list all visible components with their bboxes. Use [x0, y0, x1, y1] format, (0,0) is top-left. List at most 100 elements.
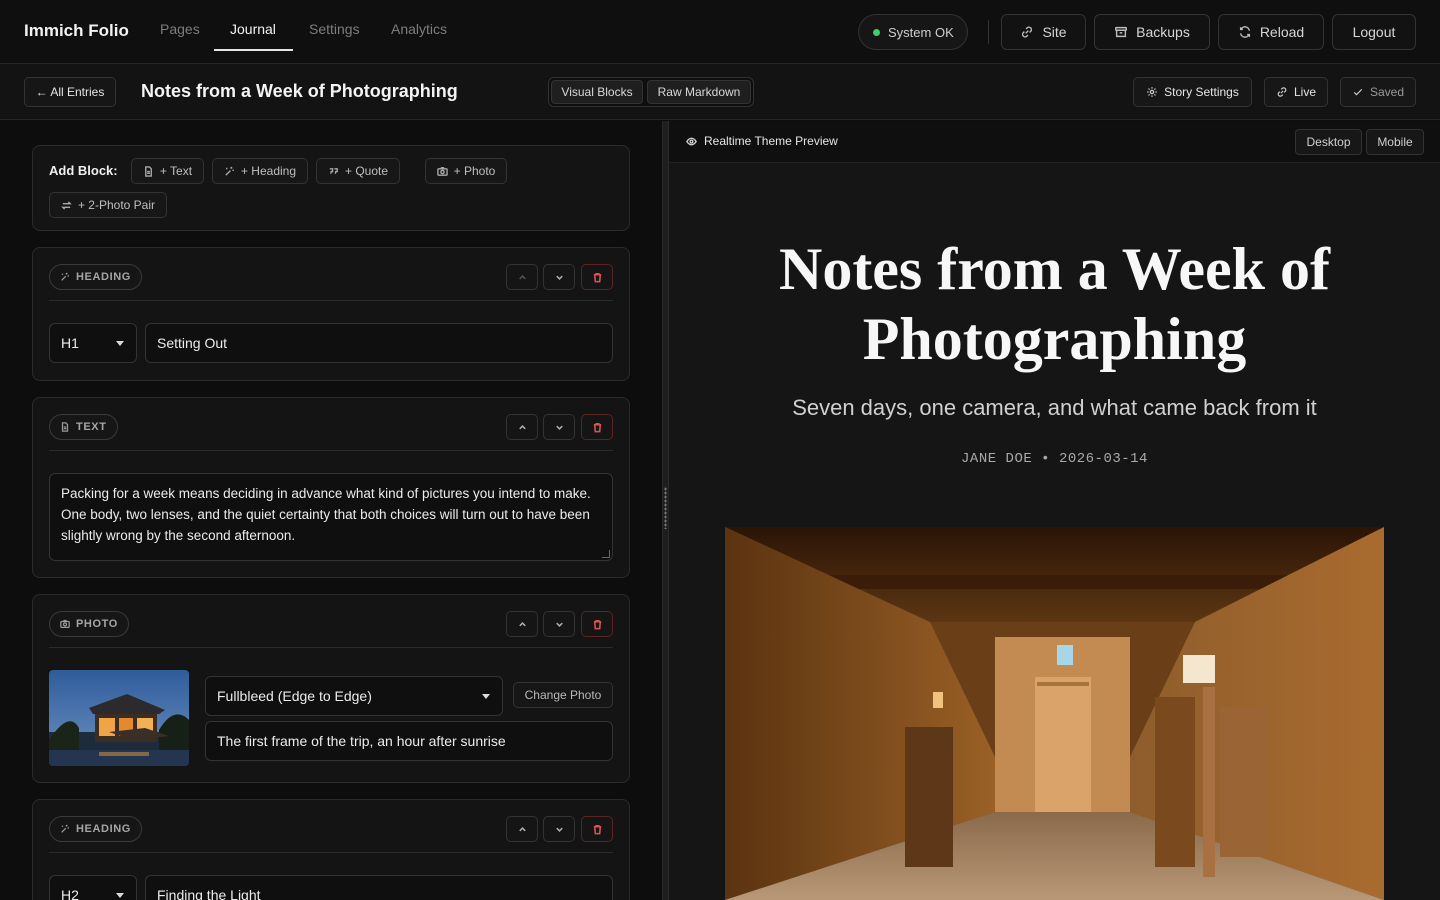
chevron-down-icon	[555, 622, 563, 627]
heading-block: HEADING H2 Finding the Light	[32, 799, 630, 900]
active-tab-indicator	[214, 49, 293, 51]
live-button[interactable]: Live	[1264, 77, 1328, 107]
add-photo-button[interactable]: + Photo	[425, 158, 507, 184]
logout-label: Logout	[1352, 24, 1396, 40]
nav-tab-settings[interactable]: Settings	[309, 21, 360, 37]
story-settings-button[interactable]: Story Settings	[1133, 77, 1252, 107]
add-text-button[interactable]: + Text	[131, 158, 204, 184]
mode-visual-blocks[interactable]: Visual Blocks	[551, 80, 643, 104]
add-quote-label: + Quote	[344, 164, 389, 178]
move-up-button[interactable]	[506, 414, 538, 440]
block-type-badge: TEXT	[49, 414, 118, 440]
text-body-value: Packing for a week means deciding in adv…	[61, 486, 591, 543]
archive-icon	[1115, 26, 1128, 38]
nav-tab-analytics[interactable]: Analytics	[391, 21, 447, 37]
move-up-button[interactable]	[506, 264, 538, 290]
move-down-button[interactable]	[543, 611, 575, 637]
photo-thumbnail[interactable]	[49, 670, 189, 766]
back-to-entries-button[interactable]: ← All Entries	[24, 77, 116, 107]
heading-level-select[interactable]: H1	[49, 323, 137, 363]
backups-button[interactable]: Backups	[1094, 14, 1210, 50]
block-type-badge: HEADING	[49, 816, 142, 842]
move-up-button[interactable]	[506, 816, 538, 842]
drag-handle-icon[interactable]	[664, 487, 667, 529]
site-button[interactable]: Site	[1001, 14, 1086, 50]
nav-tab-pages[interactable]: Pages	[160, 21, 200, 37]
photo-layout-value: Fullbleed (Edge to Edge)	[217, 688, 372, 704]
resize-grip-icon[interactable]	[602, 550, 610, 558]
heading-level-value: H2	[61, 887, 79, 900]
chevron-up-icon	[518, 621, 526, 626]
add-photo-pair-button[interactable]: + 2-Photo Pair	[49, 192, 167, 218]
photo-layout-select[interactable]: Fullbleed (Edge to Edge)	[205, 676, 503, 716]
photo-block: PHOTO Fullbleed (Edge to Edge) Change Ph…	[32, 594, 630, 783]
add-quote-button[interactable]: + Quote	[316, 158, 400, 184]
preview-mobile-button[interactable]: Mobile	[1366, 129, 1424, 155]
add-heading-button[interactable]: + Heading	[212, 158, 308, 184]
top-nav: Immich Folio Pages Journal Settings Anal…	[0, 0, 1440, 64]
heading-text-input[interactable]: Setting Out	[145, 323, 613, 363]
sparkle-icon	[61, 824, 69, 833]
link-icon	[1277, 87, 1287, 97]
logout-button[interactable]: Logout	[1332, 14, 1416, 50]
delete-block-button[interactable]	[581, 414, 613, 440]
block-type-badge: HEADING	[49, 264, 142, 290]
chevron-up-icon	[518, 274, 526, 279]
link-icon	[1022, 26, 1033, 38]
document-icon	[61, 422, 69, 432]
block-divider	[49, 450, 613, 451]
chevron-down-icon	[555, 827, 563, 832]
chevron-down-icon	[555, 275, 563, 280]
camera-icon	[436, 166, 448, 176]
camera-icon	[60, 619, 70, 628]
move-down-button[interactable]	[543, 414, 575, 440]
backups-label: Backups	[1136, 24, 1190, 40]
heading-text-input[interactable]: Finding the Light	[145, 875, 613, 900]
hero-photo	[725, 527, 1384, 900]
heading-block: HEADING H1 Setting Out	[32, 247, 630, 381]
preview-label: Realtime Theme Preview	[686, 134, 838, 148]
text-body-textarea[interactable]: Packing for a week means deciding in adv…	[49, 473, 613, 561]
block-type-badge: PHOTO	[49, 611, 129, 637]
saved-button[interactable]: Saved	[1340, 77, 1416, 107]
heading-level-value: H1	[61, 335, 79, 351]
mode-raw-markdown[interactable]: Raw Markdown	[647, 80, 751, 104]
status-badge: System OK	[858, 14, 968, 50]
document-icon	[144, 165, 152, 177]
story-title-text: Notes from a Week of Photographing	[778, 236, 1330, 372]
eye-icon	[686, 137, 697, 145]
pane-resize-handle[interactable]	[662, 121, 669, 900]
heading-level-select[interactable]: H2	[49, 875, 137, 900]
chevron-down-icon	[555, 425, 563, 430]
brand-logo[interactable]: Immich Folio	[24, 21, 129, 41]
add-block-panel: Add Block: + Text + Heading + Quote + Ph…	[32, 145, 630, 231]
block-divider	[49, 300, 613, 301]
story-title: Notes from a Week of Photographing	[669, 234, 1440, 374]
reload-button[interactable]: Reload	[1218, 14, 1324, 50]
delete-block-button[interactable]	[581, 264, 613, 290]
divider	[988, 20, 989, 44]
story-subtitle: Seven days, one camera, and what came ba…	[792, 395, 1317, 420]
move-down-button[interactable]	[543, 264, 575, 290]
photo-caption-input[interactable]: The first frame of the trip, an hour aft…	[205, 721, 613, 761]
change-photo-button[interactable]: Change Photo	[513, 682, 613, 708]
nav-tab-journal[interactable]: Journal	[230, 21, 276, 37]
move-down-button[interactable]	[543, 816, 575, 842]
chevron-down-icon	[482, 694, 490, 699]
delete-block-button[interactable]	[581, 611, 613, 637]
trash-icon	[593, 824, 601, 834]
preview-desktop-button[interactable]: Desktop	[1295, 129, 1362, 155]
refresh-icon	[1239, 26, 1250, 38]
block-type-label: HEADING	[76, 823, 131, 835]
block-type-label: HEADING	[76, 271, 131, 283]
chevron-down-icon	[116, 341, 124, 346]
block-type-label: TEXT	[76, 421, 107, 433]
live-label: Live	[1293, 85, 1316, 99]
status-dot-icon	[873, 28, 880, 36]
chevron-up-icon	[518, 826, 526, 831]
story-byline: JANE DOE • 2026-03-14	[961, 451, 1148, 467]
block-editor: Add Block: + Text + Heading + Quote + Ph…	[0, 121, 662, 900]
move-up-button[interactable]	[506, 611, 538, 637]
swap-icon	[61, 200, 72, 210]
delete-block-button[interactable]	[581, 816, 613, 842]
